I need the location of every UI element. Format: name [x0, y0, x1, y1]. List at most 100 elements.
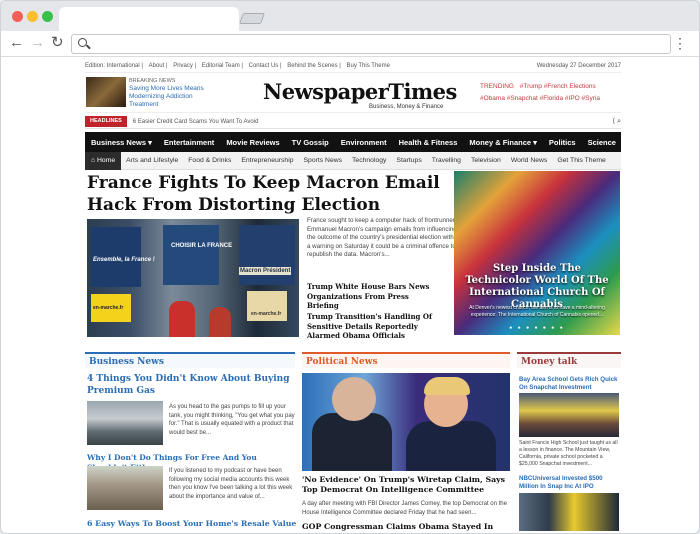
top-link[interactable]: Buy This Theme: [346, 63, 389, 69]
main-nav-item[interactable]: Health & Fitness: [393, 138, 464, 147]
poster-caption: Macron Président: [239, 267, 292, 275]
person-figure: [424, 377, 470, 395]
share-search-icons[interactable]: ⟨ ⌕: [612, 117, 621, 126]
politics-article-title[interactable]: 'No Evidence' On Trump's Wiretap Claim, …: [302, 475, 510, 495]
top-links: Edition: International | About | Privacy…: [85, 62, 390, 69]
slider-dots[interactable]: ● ● ● ● ● ● ●: [454, 325, 620, 331]
poster-image: [239, 225, 295, 285]
home-nav-item[interactable]: ⌂ Home: [85, 151, 122, 170]
close-window-button[interactable]: [12, 11, 23, 22]
business-article-summary: If you listened to my podcast or have be…: [169, 468, 293, 500]
main-nav-item[interactable]: Movie Reviews: [220, 138, 285, 147]
home-icon: ⌂: [91, 156, 96, 164]
sub-nav-item[interactable]: Technology: [347, 157, 391, 164]
home-label: Home: [97, 156, 116, 164]
sub-nav-item[interactable]: Travelling: [427, 157, 466, 164]
poster-caption: CHOISIR LA FRANCE: [171, 243, 233, 249]
trending-tags[interactable]: #Trump #French Elections: [520, 83, 596, 90]
current-date: Wednesday 27 December 2017: [536, 62, 621, 69]
browser-toolbar: ← → ↻ ⋮: [1, 31, 699, 57]
top-link[interactable]: Contact Us: [249, 63, 279, 69]
poster-caption: en-marche.fr: [93, 305, 124, 311]
main-nav-item[interactable]: Environment: [335, 138, 393, 147]
gas-pump-image[interactable]: [87, 401, 163, 445]
poster-caption: Ensemble, la France !: [93, 257, 155, 263]
money-article-summary: Saint Francis High School just taught us…: [519, 440, 618, 467]
sub-nav-item[interactable]: Get This Theme: [552, 157, 610, 164]
sub-nav-item[interactable]: Sports News: [299, 157, 348, 164]
business-article-summary: As you head to the gas pumps to fill up …: [169, 404, 295, 436]
top-link[interactable]: Behind the Scenes: [287, 63, 337, 69]
sub-nav-item[interactable]: Arts and Lifestyle: [121, 157, 183, 164]
main-navigation: Business News ▾ Entertainment Movie Revi…: [85, 132, 621, 152]
address-bar[interactable]: [71, 34, 671, 54]
back-arrow-icon[interactable]: ←: [9, 35, 24, 51]
site-header: BREAKING NEWS Saving More Lives Means Mo…: [85, 73, 621, 113]
trending-tags[interactable]: #Obama #Snapchat #Florida #IPO #Syria: [480, 95, 600, 102]
stock-exchange-image[interactable]: [519, 493, 619, 531]
main-nav-item[interactable]: Politics: [543, 138, 582, 147]
related-story-link[interactable]: Trump White House Bars News Organization…: [307, 282, 435, 311]
new-tab-button[interactable]: [238, 13, 266, 24]
headlines-ticker: HEADLINES 6 Easier Credit Card Scams You…: [85, 115, 621, 129]
featured-story-summary: At Denver's newest church, the aim is to…: [469, 305, 605, 318]
poster-caption: en-marche.fr: [251, 311, 282, 317]
related-story-link[interactable]: Trump Transition's Handling Of Sensitive…: [307, 312, 435, 341]
person-figure: [169, 301, 195, 337]
hero-headline[interactable]: France Fights To Keep Macron Email Hack …: [87, 172, 447, 216]
browser-window: ← → ↻ ⋮ Edition: International | About |…: [0, 0, 700, 534]
breaking-news-link[interactable]: Saving More Lives Means Modernizing Addi…: [129, 85, 219, 109]
featured-story-title[interactable]: Step Inside The Technicolor World Of The…: [462, 263, 612, 311]
main-nav-item[interactable]: Entertainment: [158, 138, 220, 147]
business-news-heading[interactable]: Business News: [85, 352, 295, 368]
trending-label: TRENDING: [480, 83, 514, 90]
hero-summary: France sought to keep a computer hack of…: [307, 217, 457, 258]
runner-image[interactable]: [87, 466, 163, 510]
sub-navigation: ⌂ Home Arts and Lifestyle Food & Drinks …: [85, 151, 621, 170]
person-figure: [332, 377, 376, 421]
headlines-label: HEADLINES: [85, 116, 127, 127]
money-talk-heading[interactable]: Money talk: [517, 352, 621, 368]
main-nav-item[interactable]: TV Gossip: [286, 138, 335, 147]
students-image[interactable]: [519, 393, 619, 437]
top-link[interactable]: Editorial Team: [202, 63, 240, 69]
web-page: Edition: International | About | Privacy…: [85, 59, 621, 531]
browser-tab[interactable]: [59, 7, 239, 31]
hero-image[interactable]: Ensemble, la France ! CHOISIR LA FRANCE …: [87, 219, 299, 337]
reload-icon[interactable]: ↻: [51, 35, 64, 51]
browser-menu-icon[interactable]: ⋮: [673, 35, 687, 51]
business-article-title[interactable]: 4 Things You Didn't Know About Buying Pr…: [87, 373, 292, 397]
sub-nav-item[interactable]: World News: [506, 157, 553, 164]
top-bar: Edition: International | About | Privacy…: [85, 59, 621, 73]
main-nav-item[interactable]: Business News ▾: [85, 138, 158, 147]
money-article-title[interactable]: Bay Area School Gets Rich Quick On Snapc…: [519, 376, 621, 391]
tab-bar: [1, 1, 699, 31]
person-figure: [406, 421, 496, 471]
business-article-title[interactable]: 6 Easy Ways To Boost Your Home's Resale …: [87, 519, 297, 529]
politics-article-summary: A day after meeting with FBI Director Ja…: [302, 501, 507, 516]
political-news-heading[interactable]: Political News: [302, 352, 510, 368]
breaking-news-thumbnail[interactable]: [86, 77, 126, 107]
person-figure: [209, 307, 231, 337]
top-link[interactable]: Edition: International: [85, 63, 140, 69]
breaking-news-label: BREAKING NEWS: [129, 78, 176, 84]
sub-nav-item[interactable]: Entrepreneurship: [236, 157, 298, 164]
minimize-window-button[interactable]: [27, 11, 38, 22]
trending-box: TRENDING #Trump #French Elections #Obama…: [480, 81, 630, 105]
main-nav-item[interactable]: Money & Finance ▾: [463, 138, 543, 147]
money-article-title[interactable]: NBCUniversal Invested $500 Million In Sn…: [519, 475, 621, 490]
sub-nav-item[interactable]: Startups: [391, 157, 426, 164]
person-figure: [312, 413, 392, 471]
site-logo[interactable]: NewspaperTimes: [263, 79, 457, 104]
top-link[interactable]: Privacy: [173, 63, 193, 69]
politics-article-image[interactable]: [302, 373, 510, 471]
sub-nav-item[interactable]: Television: [466, 157, 506, 164]
headline-ticker-text[interactable]: 6 Easier Credit Card Scams You Want To A…: [133, 119, 259, 125]
politics-article-title[interactable]: GOP Congressman Claims Obama Stayed In: [302, 522, 510, 532]
sub-nav-item[interactable]: Food & Drinks: [183, 157, 236, 164]
top-link[interactable]: About: [149, 63, 165, 69]
maximize-window-button[interactable]: [42, 11, 53, 22]
forward-arrow-icon[interactable]: →: [30, 35, 45, 51]
main-nav-item[interactable]: Science: [582, 138, 622, 147]
featured-story-card[interactable]: Step Inside The Technicolor World Of The…: [454, 171, 620, 335]
